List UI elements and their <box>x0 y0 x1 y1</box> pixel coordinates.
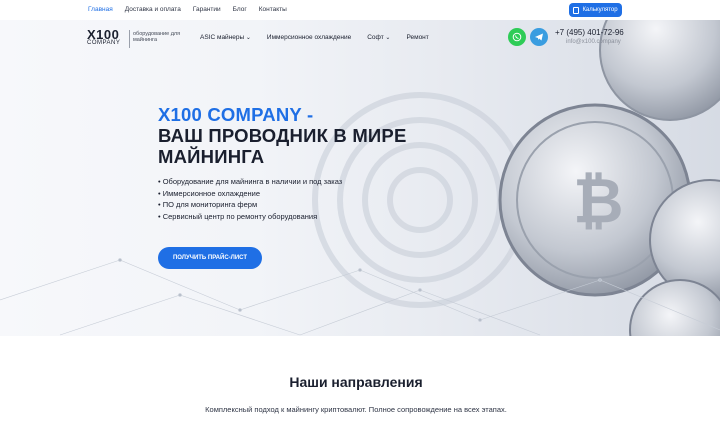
hero-title-line3: МАЙНИНГА <box>158 146 265 167</box>
whatsapp-icon <box>512 32 522 42</box>
menu-item-asic[interactable]: ASIC майнеры <box>200 34 251 41</box>
telegram-button[interactable] <box>530 28 548 46</box>
menu-item-software[interactable]: Софт <box>367 34 390 41</box>
calculator-label: Калькулятор <box>582 7 618 13</box>
hero-bullets: Оборудование для майнинга в наличии и по… <box>158 176 343 223</box>
calculator-button[interactable]: Калькулятор <box>569 3 622 17</box>
list-item: Оборудование для майнинга в наличии и по… <box>158 176 343 188</box>
directions-description: Комплексный подход к майнингу криптовалю… <box>205 405 507 414</box>
main-menu: ASIC майнеры Иммерсионное охлаждение Соф… <box>200 34 429 41</box>
directions-title: Наши направления <box>289 374 423 390</box>
top-link-blog[interactable]: Блог <box>233 6 247 13</box>
whatsapp-button[interactable] <box>508 28 526 46</box>
list-item: ПО для мониторинга ферм <box>158 199 342 211</box>
list-item: Сервисный центр по ремонту оборудования <box>158 211 342 223</box>
calculator-icon <box>573 6 580 14</box>
top-link-warranty[interactable]: Гарантии <box>193 6 221 13</box>
hero-title-accent: X100 COMPANY - <box>158 104 314 125</box>
logo[interactable]: X100 COMPANY <box>87 27 120 46</box>
network-lines-decoration <box>0 258 720 336</box>
top-bar: Главная Доставка и оплата Гарантии Блог … <box>0 0 720 20</box>
top-links: Главная Доставка и оплата Гарантии Блог … <box>88 6 287 13</box>
menu-item-immersion[interactable]: Иммерсионное охлаждение <box>267 34 351 41</box>
top-link-contacts[interactable]: Контакты <box>259 6 287 13</box>
menu-item-repair[interactable]: Ремонт <box>406 34 428 41</box>
top-link-home[interactable]: Главная <box>88 6 113 13</box>
logo-tagline: оборудование для майнинга <box>133 31 181 43</box>
hero-section: ₿ <box>0 20 720 336</box>
logo-sub: COMPANY <box>87 40 121 46</box>
email-address[interactable]: info@x100.company <box>566 39 621 45</box>
logo-divider <box>129 30 130 48</box>
list-item: Иммерсионное охлаждение <box>158 188 342 200</box>
svg-text:₿: ₿ <box>573 167 624 236</box>
phone-number[interactable]: +7 (495) 401-72-96 <box>555 28 624 37</box>
get-price-list-button[interactable]: ПОЛУЧИТЬ ПРАЙС-ЛИСТ <box>158 247 262 269</box>
hero-title-line2: ВАШ ПРОВОДНИК В МИРЕ <box>158 125 407 146</box>
hero-title: X100 COMPANY - ВАШ ПРОВОДНИК В МИРЕ МАЙН… <box>158 104 407 167</box>
top-link-delivery[interactable]: Доставка и оплата <box>125 6 181 13</box>
telegram-icon <box>535 33 543 41</box>
